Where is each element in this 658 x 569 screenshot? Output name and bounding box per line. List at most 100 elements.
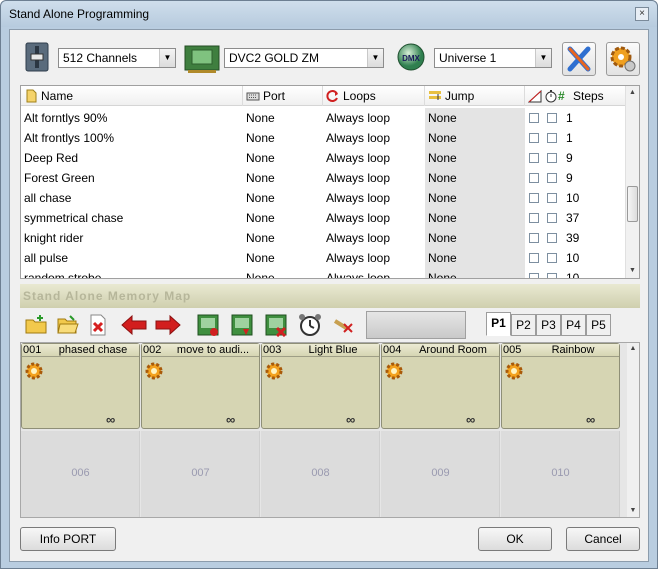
cell-loops[interactable]: Always loop (323, 128, 425, 148)
table-row[interactable]: random strobe None Always loop None 10 (21, 268, 627, 278)
page-tab[interactable]: P5 (586, 314, 611, 336)
delete-all-button[interactable] (562, 42, 596, 76)
universe-select[interactable]: Universe 1 ▼ (434, 48, 552, 68)
empty-memory-slot[interactable]: 006 (21, 431, 140, 517)
cell-port[interactable]: None (243, 228, 323, 248)
fade-checkbox[interactable] (529, 193, 539, 203)
cell-port[interactable]: None (243, 168, 323, 188)
table-row[interactable]: all pulse None Always loop None 10 (21, 248, 627, 268)
scroll-down-icon[interactable]: ▼ (626, 264, 639, 278)
alarm-clock-icon[interactable] (298, 313, 322, 337)
settings-button[interactable] (606, 42, 640, 76)
cell-port[interactable]: None (243, 128, 323, 148)
cell-jump[interactable]: None (425, 268, 525, 278)
memory-slot[interactable]: 003 Light Blue ∞ (261, 343, 380, 429)
clear-icon[interactable] (332, 313, 356, 337)
timer-checkbox[interactable] (547, 253, 557, 263)
fade-checkbox[interactable] (529, 233, 539, 243)
memory-slot[interactable]: 001 phased chase ∞ (21, 343, 140, 429)
fade-checkbox[interactable] (529, 273, 539, 278)
cell-jump[interactable]: None (425, 108, 525, 128)
table-row[interactable]: Alt frontlys 100% None Always loop None 1 (21, 128, 627, 148)
channels-select[interactable]: 512 Channels ▼ (58, 48, 176, 68)
cell-jump[interactable]: None (425, 168, 525, 188)
timer-checkbox[interactable] (547, 193, 557, 203)
open-folder-icon[interactable] (56, 313, 80, 337)
cell-loops[interactable]: Always loop (323, 248, 425, 268)
page-tab[interactable]: P4 (561, 314, 586, 336)
empty-memory-slot[interactable]: 008 (261, 431, 380, 517)
memory-slot[interactable]: 005 Rainbow ∞ (501, 343, 620, 429)
timer-checkbox[interactable] (547, 173, 557, 183)
cell-port[interactable]: None (243, 208, 323, 228)
scene-export-icon[interactable] (230, 313, 254, 337)
cell-jump[interactable]: None (425, 128, 525, 148)
arrow-right-icon[interactable] (154, 313, 182, 337)
scrollbar-thumb[interactable] (627, 186, 638, 222)
cell-loops[interactable]: Always loop (323, 208, 425, 228)
info-port-button[interactable]: Info PORT (20, 527, 116, 551)
fade-checkbox[interactable] (529, 133, 539, 143)
table-row[interactable]: Alt forntlys 90% None Always loop None 1 (21, 108, 627, 128)
empty-memory-slot[interactable]: 009 (381, 431, 500, 517)
close-button[interactable]: × (635, 7, 649, 21)
table-row[interactable]: symmetrical chase None Always loop None 37 (21, 208, 627, 228)
page-tab[interactable]: P3 (536, 314, 561, 336)
scroll-up-icon[interactable]: ▲ (627, 343, 639, 355)
scene-remove-icon[interactable] (264, 313, 288, 337)
cell-loops[interactable]: Always loop (323, 108, 425, 128)
fade-checkbox[interactable] (529, 253, 539, 263)
timer-checkbox[interactable] (547, 213, 557, 223)
cell-loops[interactable]: Always loop (323, 268, 425, 278)
timer-checkbox[interactable] (547, 133, 557, 143)
device-select[interactable]: DVC2 GOLD ZM ▼ (224, 48, 384, 68)
cell-jump[interactable]: None (425, 148, 525, 168)
cell-loops[interactable]: Always loop (323, 188, 425, 208)
cell-jump[interactable]: None (425, 248, 525, 268)
scene-import-icon[interactable] (196, 313, 220, 337)
page-tab[interactable]: P1 (486, 312, 511, 336)
column-header-name[interactable]: Name (21, 86, 243, 106)
new-folder-icon[interactable] (24, 313, 48, 337)
cell-port[interactable]: None (243, 268, 323, 278)
fade-checkbox[interactable] (529, 213, 539, 223)
column-header-loops[interactable]: Loops (323, 86, 425, 106)
timer-checkbox[interactable] (547, 233, 557, 243)
fade-checkbox[interactable] (529, 153, 539, 163)
cell-loops[interactable]: Always loop (323, 228, 425, 248)
cell-jump[interactable]: None (425, 188, 525, 208)
column-header-jump[interactable]: Jump (425, 86, 525, 106)
empty-memory-slot[interactable]: 010 (501, 431, 620, 517)
fade-checkbox[interactable] (529, 113, 539, 123)
table-scrollbar[interactable]: ▲ ▼ (625, 86, 639, 278)
cell-port[interactable]: None (243, 188, 323, 208)
memory-slot[interactable]: 002 move to audi... ∞ (141, 343, 260, 429)
timer-checkbox[interactable] (547, 153, 557, 163)
fade-checkbox[interactable] (529, 173, 539, 183)
cell-jump[interactable]: None (425, 208, 525, 228)
table-row[interactable]: knight rider None Always loop None 39 (21, 228, 627, 248)
column-header-port[interactable]: Port (243, 86, 323, 106)
cell-loops[interactable]: Always loop (323, 168, 425, 188)
timer-checkbox[interactable] (547, 273, 557, 278)
ok-button[interactable]: OK (478, 527, 552, 551)
delete-file-icon[interactable] (86, 313, 110, 337)
page-tab[interactable]: P2 (511, 314, 536, 336)
arrow-left-icon[interactable] (120, 313, 148, 337)
column-header-steps[interactable]: # Steps (525, 86, 627, 106)
scroll-up-icon[interactable]: ▲ (626, 86, 639, 100)
table-row[interactable]: all chase None Always loop None 10 (21, 188, 627, 208)
cell-port[interactable]: None (243, 248, 323, 268)
empty-memory-slot[interactable]: 007 (141, 431, 260, 517)
timer-checkbox[interactable] (547, 113, 557, 123)
cell-loops[interactable]: Always loop (323, 148, 425, 168)
slots-scrollbar[interactable]: ▲ ▼ (627, 343, 639, 517)
scroll-down-icon[interactable]: ▼ (627, 505, 639, 517)
cell-port[interactable]: None (243, 148, 323, 168)
table-row[interactable]: Deep Red None Always loop None 9 (21, 148, 627, 168)
cancel-button[interactable]: Cancel (566, 527, 640, 551)
cell-jump[interactable]: None (425, 228, 525, 248)
cell-port[interactable]: None (243, 108, 323, 128)
table-row[interactable]: Forest Green None Always loop None 9 (21, 168, 627, 188)
memory-slot[interactable]: 004 Around Room ∞ (381, 343, 500, 429)
